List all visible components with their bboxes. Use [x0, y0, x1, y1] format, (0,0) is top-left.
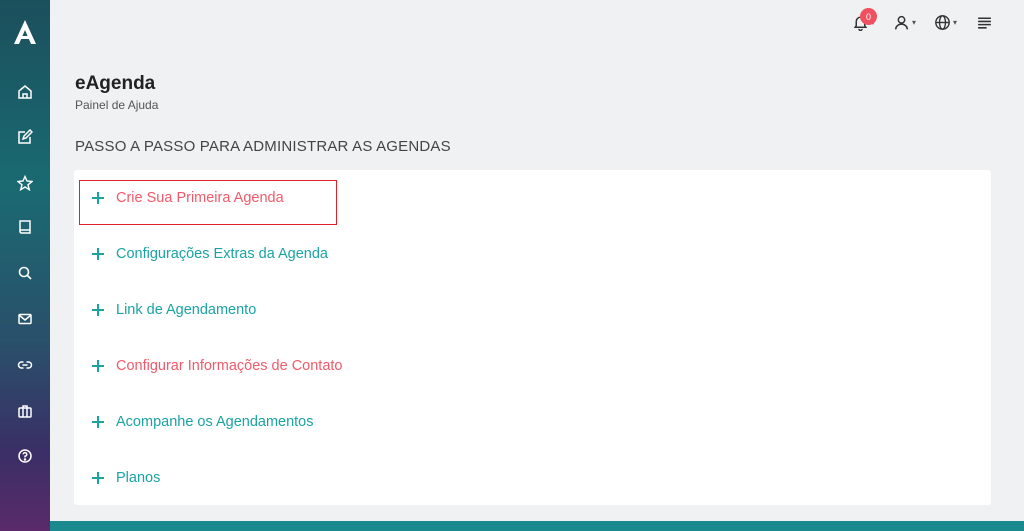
plus-icon: [92, 360, 104, 372]
plus-icon: [92, 472, 104, 484]
sidebar: [0, 0, 50, 531]
sidebar-item-briefcase[interactable]: [0, 396, 50, 426]
accordion-item-informacoes-contato[interactable]: Configurar Informações de Contato: [92, 351, 343, 381]
globe-icon: [935, 15, 950, 30]
sidebar-item-favorites[interactable]: [0, 168, 50, 198]
accordion-item-label: Link de Agendamento: [116, 302, 257, 318]
accordion-item-label: Configurar Informações de Contato: [116, 358, 343, 374]
footer-bar: [50, 521, 1024, 531]
accordion-item-configuracoes-extras[interactable]: Configurações Extras da Agenda: [92, 239, 328, 269]
accordion-item-label: Configurações Extras da Agenda: [116, 246, 328, 262]
mail-icon: [18, 313, 32, 325]
accordion-item-acompanhe-agendamentos[interactable]: Acompanhe os Agendamentos: [92, 407, 314, 437]
accordion-item-primeira-agenda[interactable]: Crie Sua Primeira Agenda: [92, 183, 284, 213]
plus-icon: [92, 304, 104, 316]
accordion-item-label: Crie Sua Primeira Agenda: [116, 190, 284, 206]
notification-badge: 0: [860, 8, 877, 25]
accordion-item-label: Planos: [116, 470, 161, 486]
help-icon: [18, 449, 32, 463]
sidebar-item-book[interactable]: [0, 212, 50, 242]
app-logo[interactable]: [11, 18, 39, 46]
plus-icon: [92, 416, 104, 428]
user-icon: [894, 15, 909, 30]
main-content: ▾ 0 ▾ ▾ eAgenda Painel de Ajuda PASSO A …: [50, 0, 1024, 531]
accordion-card: Crie Sua Primeira Agenda Configurações E…: [74, 170, 991, 505]
edit-icon: [18, 129, 33, 144]
notifications-button[interactable]: ▾ 0: [852, 8, 877, 31]
section-heading: PASSO A PASSO PARA ADMINISTRAR AS AGENDA…: [75, 138, 451, 155]
menu-lines-icon: [978, 17, 991, 29]
page-title: eAgenda: [75, 73, 156, 94]
accordion-item-link-agendamento[interactable]: Link de Agendamento: [92, 295, 256, 325]
home-icon: [18, 85, 32, 99]
briefcase-icon: [18, 405, 32, 418]
sidebar-item-link[interactable]: [0, 350, 50, 380]
sidebar-item-search[interactable]: [0, 258, 50, 288]
search-icon: [18, 266, 32, 280]
accordion-item-label: Acompanhe os Agendamentos: [116, 414, 314, 430]
sidebar-item-edit[interactable]: [0, 122, 50, 152]
sidebar-item-help[interactable]: [0, 441, 50, 471]
language-button[interactable]: ▾: [934, 14, 957, 31]
chevron-down-icon: ▾: [912, 18, 917, 27]
sidebar-item-home[interactable]: [0, 77, 50, 107]
menu-toggle-button[interactable]: [976, 14, 993, 31]
sidebar-item-mail[interactable]: [0, 304, 50, 334]
link-icon: [17, 361, 33, 369]
user-menu-button[interactable]: ▾: [893, 14, 916, 31]
accordion-item-planos[interactable]: Planos: [92, 463, 160, 493]
book-icon: [19, 220, 31, 234]
star-icon: [17, 175, 33, 191]
page-subtitle: Painel de Ajuda: [75, 98, 159, 112]
plus-icon: [92, 192, 104, 204]
plus-icon: [92, 248, 104, 260]
chevron-down-icon: ▾: [953, 18, 958, 27]
